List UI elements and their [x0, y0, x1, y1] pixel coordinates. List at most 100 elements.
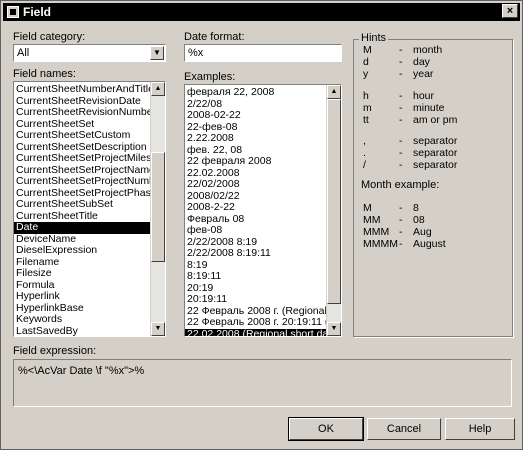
- scroll-down-icon[interactable]: ▼: [327, 322, 341, 336]
- list-item[interactable]: CurrentSheetSubSet: [14, 199, 151, 211]
- examples-scrollbar[interactable]: ▲ ▼: [326, 85, 341, 336]
- list-item[interactable]: 22.02.2008 (Regional short date: [185, 328, 327, 336]
- list-item[interactable]: февраля 22, 2008: [185, 87, 327, 99]
- field-dialog: Field × Field category: All ▼ Field name…: [0, 0, 523, 450]
- field-category-value: All: [17, 47, 30, 59]
- list-item[interactable]: 22/02/2008: [185, 179, 327, 191]
- list-item[interactable]: CurrentSheetTitle: [14, 211, 151, 223]
- scroll-thumb[interactable]: [327, 99, 341, 304]
- date-format-input[interactable]: %x: [184, 44, 342, 62]
- hint-key: d: [363, 56, 369, 68]
- hint-row: , - separator: [363, 135, 503, 147]
- list-item[interactable]: CurrentSheetRevisionNumber: [14, 107, 151, 119]
- list-item[interactable]: 20:19:11: [185, 294, 327, 306]
- hint-row: MMM - Aug: [363, 226, 503, 238]
- hint-dash: -: [399, 102, 403, 114]
- list-item[interactable]: Февраль 08: [185, 214, 327, 226]
- hint-dash: -: [399, 56, 403, 68]
- field-names-label: Field names:: [13, 68, 76, 80]
- list-item[interactable]: CurrentSheetSet: [14, 119, 151, 131]
- list-item[interactable]: 2/22/2008 8:19:11: [185, 248, 327, 260]
- list-item[interactable]: LastSavedBy: [14, 326, 151, 337]
- list-item[interactable]: 2/22/08: [185, 99, 327, 111]
- hint-row: m - minute: [363, 102, 503, 114]
- examples-label: Examples:: [184, 71, 236, 83]
- hint-val: hour: [413, 90, 435, 102]
- hint-dash: -: [399, 159, 403, 171]
- hint-val: am or pm: [413, 114, 458, 126]
- hint-val: 8: [413, 202, 419, 214]
- list-item[interactable]: 22-фев-08: [185, 122, 327, 134]
- hint-key: y: [363, 68, 369, 80]
- field-expression-value: %<\AcVar Date \f "%x">%: [18, 365, 145, 377]
- list-item[interactable]: CurrentSheetSetProjectMilestone: [14, 153, 151, 165]
- hint-dash: -: [399, 114, 403, 126]
- hint-dash: -: [399, 44, 403, 56]
- list-item[interactable]: 20:19: [185, 283, 327, 295]
- list-item[interactable]: CurrentSheetNumberAndTitle: [14, 84, 151, 96]
- hint-val: minute: [413, 102, 445, 114]
- ok-button[interactable]: OK: [288, 417, 364, 441]
- list-item[interactable]: Filename: [14, 257, 151, 269]
- scroll-up-icon[interactable]: ▲: [151, 82, 165, 96]
- field-names-scrollbar[interactable]: ▲ ▼: [150, 82, 165, 336]
- list-item[interactable]: фев-08: [185, 225, 327, 237]
- examples-list[interactable]: февраля 22, 2008 2/22/08 2008-02-22 22-фев-…: [184, 84, 342, 337]
- field-names-list[interactable]: CurrentSheetNumberAndTitle CurrentSheetRe…: [13, 81, 166, 337]
- list-item[interactable]: CurrentSheetRevisionDate: [14, 96, 151, 108]
- list-item[interactable]: CurrentSheetSetProjectNumber: [14, 176, 151, 188]
- cancel-button[interactable]: Cancel: [367, 418, 441, 440]
- list-item[interactable]: 2/22/2008 8:19: [185, 237, 327, 249]
- help-button[interactable]: Help: [445, 418, 515, 440]
- scroll-up-icon[interactable]: ▲: [327, 85, 341, 99]
- scroll-thumb[interactable]: [151, 152, 165, 262]
- list-item[interactable]: 22.02.2008: [185, 168, 327, 180]
- list-item[interactable]: Hyperlink: [14, 291, 151, 303]
- hint-row: M - month: [363, 44, 503, 56]
- hint-val: separator: [413, 147, 458, 159]
- list-item[interactable]: CurrentSheetSetProjectName: [14, 165, 151, 177]
- list-item[interactable]: HyperlinkBase: [14, 303, 151, 315]
- list-item[interactable]: CurrentSheetSetDescription: [14, 142, 151, 154]
- hint-key: .: [363, 147, 366, 159]
- list-item[interactable]: DieselExpression: [14, 245, 151, 257]
- list-item[interactable]: CurrentSheetSetProjectPhase: [14, 188, 151, 200]
- list-item[interactable]: DeviceName: [14, 234, 151, 246]
- list-item[interactable]: Date: [14, 222, 151, 234]
- hint-row: MMMM - August: [363, 238, 503, 250]
- chevron-down-icon[interactable]: ▼: [150, 46, 164, 60]
- hint-row: tt - am or pm: [363, 114, 503, 126]
- list-item[interactable]: 22 Февраль 2008 г. (Regional lon: [185, 306, 327, 318]
- hint-val: August: [413, 238, 446, 250]
- field-expression-box: %<\AcVar Date \f "%x">%: [13, 359, 512, 407]
- list-item[interactable]: Formula: [14, 280, 151, 292]
- list-item[interactable]: 8:19:11: [185, 271, 327, 283]
- hint-dash: -: [399, 135, 403, 147]
- hint-row: d - day: [363, 56, 503, 68]
- hint-row: M -8: [363, 202, 503, 214]
- list-item[interactable]: Keywords: [14, 314, 151, 326]
- list-item[interactable]: 2008/02/22: [185, 191, 327, 203]
- field-category-label: Field category:: [13, 31, 86, 43]
- list-item[interactable]: 2.22.2008: [185, 133, 327, 145]
- date-format-label: Date format:: [184, 31, 245, 43]
- hints-title: Hints: [359, 32, 389, 44]
- list-item[interactable]: CurrentSheetSetCustom: [14, 130, 151, 142]
- list-item[interactable]: 2008-02-22: [185, 110, 327, 122]
- scroll-down-icon[interactable]: ▼: [151, 322, 165, 336]
- hint-val: year: [413, 68, 434, 80]
- list-item[interactable]: фев. 22, 08: [185, 145, 327, 157]
- list-item[interactable]: 22 февраля 2008: [185, 156, 327, 168]
- hint-dash: -: [399, 214, 403, 226]
- list-item[interactable]: 8:19: [185, 260, 327, 272]
- hint-dash: -: [399, 226, 403, 238]
- close-icon[interactable]: ×: [502, 4, 518, 18]
- hint-dash: -: [399, 147, 403, 159]
- app-icon: [7, 6, 19, 18]
- list-item[interactable]: 22 Февраль 2008 г. 20:19:11 (R: [185, 317, 327, 329]
- field-expression-label: Field expression:: [13, 345, 97, 357]
- month-example-title: Month example:: [361, 179, 440, 191]
- list-item[interactable]: Filesize: [14, 268, 151, 280]
- field-category-dropdown[interactable]: All ▼: [13, 44, 166, 62]
- list-item[interactable]: 2008-2-22: [185, 202, 327, 214]
